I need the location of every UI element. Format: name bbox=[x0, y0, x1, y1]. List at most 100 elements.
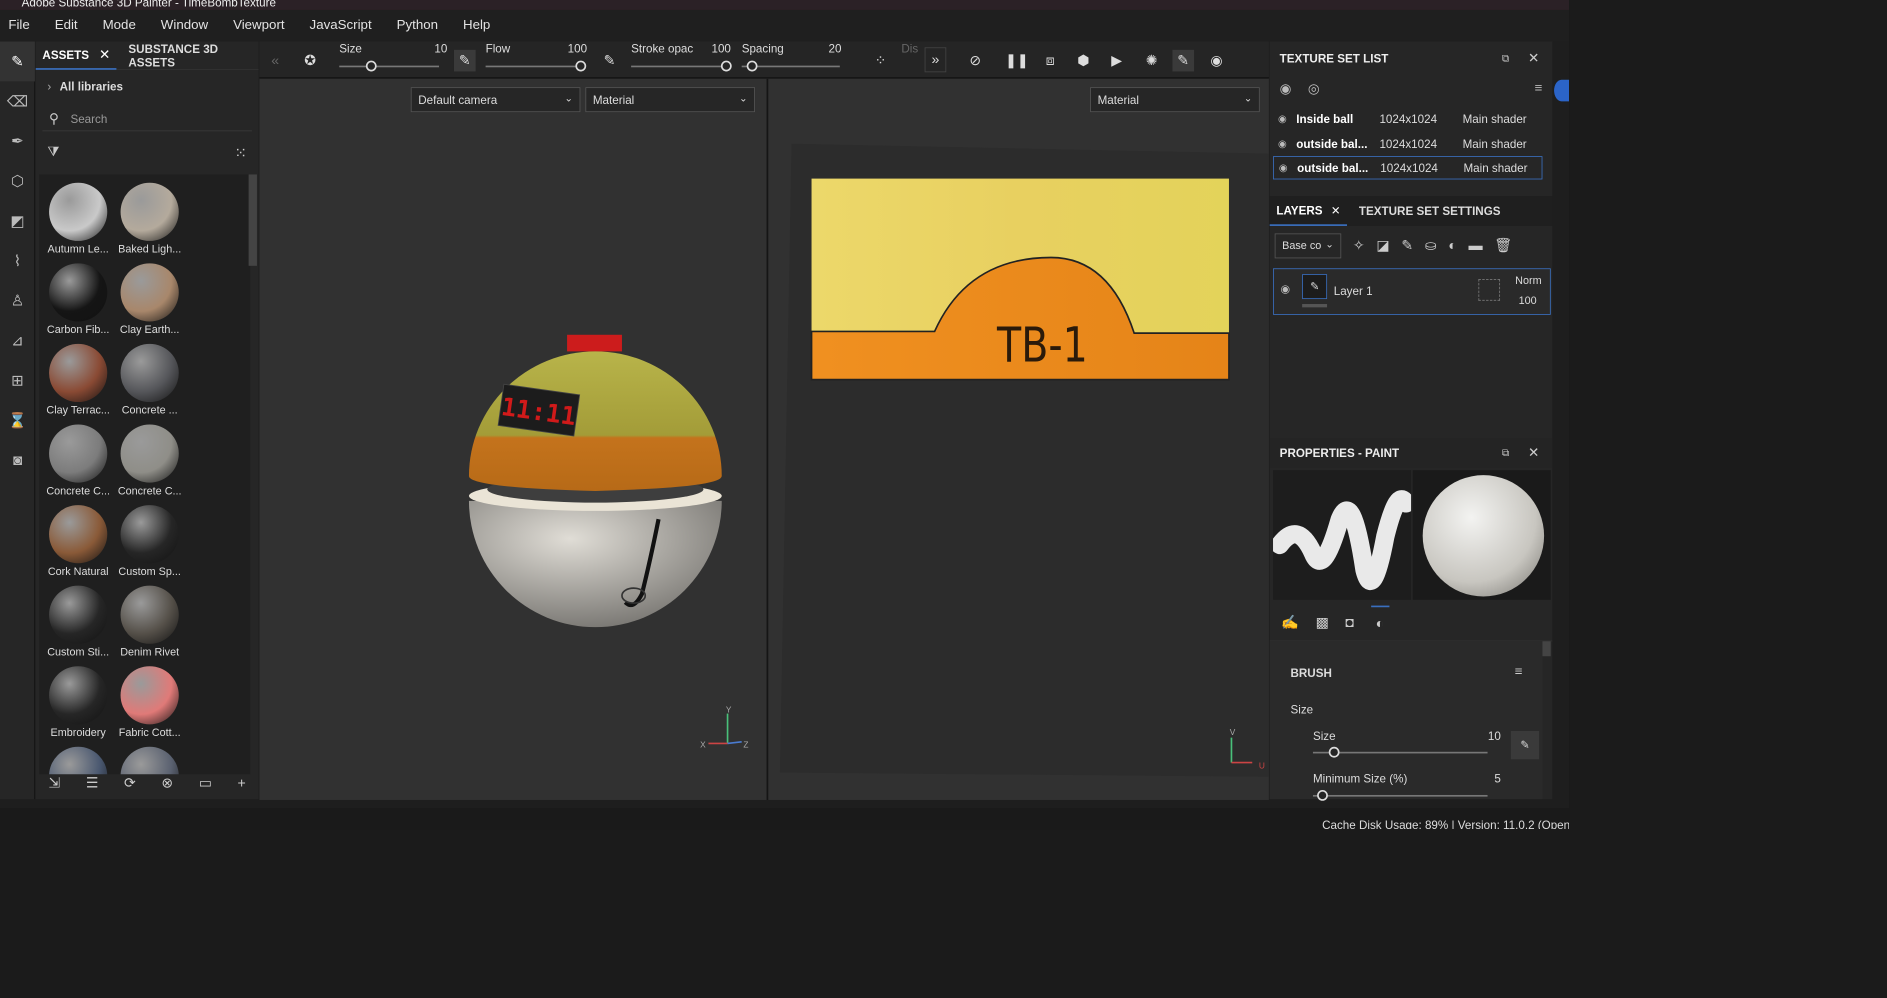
menu-viewport[interactable]: Viewport bbox=[233, 18, 285, 33]
eraser-icon[interactable]: ⌫ bbox=[0, 81, 35, 121]
texture-set-shader[interactable]: Main shader bbox=[1463, 112, 1527, 125]
expand-right-icon[interactable]: » bbox=[924, 47, 947, 73]
asset-thumbnail[interactable]: Clay Earth... bbox=[114, 258, 186, 338]
menu-edit[interactable]: Edit bbox=[55, 18, 78, 33]
polygon-fill-icon[interactable]: ◩ bbox=[0, 201, 35, 241]
add-icon[interactable]: + bbox=[238, 775, 246, 792]
texture-set-row[interactable]: ◉ outside bal... 1024x1024 Main shader bbox=[1273, 132, 1542, 155]
popout-icon[interactable]: ⧉ bbox=[1502, 52, 1509, 64]
brush-preset-icon[interactable]: ✪ bbox=[299, 50, 321, 72]
flow-knob[interactable] bbox=[575, 60, 587, 72]
list-icon[interactable]: ☰ bbox=[86, 775, 99, 792]
screenshot-camera-icon[interactable]: ◉ bbox=[1206, 50, 1228, 72]
size-control[interactable]: Size 10 bbox=[339, 42, 447, 79]
dis-control[interactable]: Dis bbox=[901, 42, 919, 79]
add-mask-icon[interactable]: ◪ bbox=[1376, 238, 1389, 255]
texture-set-shader[interactable]: Main shader bbox=[1463, 161, 1527, 174]
channel-dropdown[interactable]: Base co ⌄ bbox=[1274, 233, 1342, 259]
min-size-value[interactable]: 5 bbox=[1469, 772, 1500, 785]
menu-window[interactable]: Window bbox=[161, 18, 208, 33]
asset-scrollbar[interactable] bbox=[248, 174, 257, 266]
tab-layers[interactable]: LAYERS ✕ bbox=[1269, 196, 1348, 226]
tab-assets[interactable]: ASSETS ✕ bbox=[35, 41, 117, 70]
asset-thumbnail[interactable]: Embroidery bbox=[42, 661, 114, 741]
add-smart-material-icon[interactable]: ◐ bbox=[1448, 238, 1457, 255]
solo-icon[interactable]: ◎ bbox=[1308, 81, 1320, 98]
filter-icon[interactable]: ⧩ bbox=[47, 145, 59, 160]
add-folder-icon[interactable]: ▬ bbox=[1469, 238, 1483, 255]
spacing-control[interactable]: Spacing 20 bbox=[741, 42, 841, 79]
size-knob[interactable] bbox=[365, 60, 377, 72]
viewport-3d[interactable]: Default camera ⌄ Material ⌄ 11:11 Y X Z bbox=[259, 78, 767, 800]
asset-thumbnail[interactable]: Baked Ligh... bbox=[114, 178, 186, 258]
close-icon[interactable]: ✕ bbox=[1528, 444, 1539, 461]
eye-icon[interactable]: ◉ bbox=[1281, 282, 1290, 295]
close-icon[interactable]: ✕ bbox=[1331, 203, 1341, 217]
screenshot-icon[interactable]: ◙ bbox=[0, 440, 35, 480]
asset-thumbnail[interactable]: Concrete C... bbox=[42, 420, 114, 500]
layer-row[interactable]: ◉ ✎ Layer 1 Norm 100 bbox=[1273, 268, 1551, 315]
asset-thumbnail[interactable]: Cork Natural bbox=[42, 500, 114, 580]
grid-view-icon[interactable]: ⁙ bbox=[234, 144, 247, 161]
min-size-slider[interactable] bbox=[1312, 794, 1488, 797]
bake-icon[interactable]: ⊞ bbox=[0, 361, 35, 401]
eye-icon[interactable]: ◉ bbox=[1278, 138, 1287, 150]
size-pressure-icon[interactable]: ✎ bbox=[1510, 731, 1540, 760]
spacing-knob[interactable] bbox=[746, 60, 758, 72]
menu-help[interactable]: Help bbox=[463, 18, 490, 33]
brush-size-knob[interactable] bbox=[1328, 746, 1340, 758]
refresh-icon[interactable]: ⟳ bbox=[124, 775, 136, 792]
pause-icon[interactable]: ❚❚ bbox=[1005, 50, 1029, 72]
all-libraries-item[interactable]: › All libraries bbox=[36, 70, 259, 103]
eye-icon[interactable]: ◉ bbox=[1279, 162, 1288, 174]
add-paint-layer-icon[interactable]: ✎ bbox=[1401, 238, 1413, 255]
tab-substance-assets[interactable]: SUBSTANCE 3D ASSETS bbox=[122, 41, 259, 69]
flow-control[interactable]: Flow 100 bbox=[485, 42, 587, 79]
asset-thumbnail[interactable]: Concrete C... bbox=[114, 420, 186, 500]
menu-icon[interactable]: ≡ bbox=[1515, 665, 1523, 680]
alpha-tab-icon[interactable]: ▩ bbox=[1316, 614, 1329, 631]
asset-thumbnail[interactable]: Autumn Le... bbox=[42, 178, 114, 258]
hourglass-icon[interactable]: ⌛ bbox=[0, 400, 35, 440]
texture-set-shader[interactable]: Main shader bbox=[1463, 137, 1527, 150]
folder-icon[interactable]: ▭ bbox=[199, 775, 212, 792]
projection-icon[interactable]: ✒ bbox=[0, 121, 35, 161]
clone-icon[interactable]: ♙ bbox=[0, 281, 35, 321]
geometry-fill-icon[interactable]: ⬡ bbox=[0, 161, 35, 201]
menu-python[interactable]: Python bbox=[397, 18, 438, 33]
clear-filter-icon[interactable]: ⊗ bbox=[161, 775, 173, 792]
dock-tab[interactable] bbox=[1554, 79, 1570, 102]
stencil-tab-icon[interactable]: ◘ bbox=[1346, 614, 1355, 631]
asset-thumbnail[interactable]: Custom Sti... bbox=[42, 581, 114, 661]
eye-icon[interactable]: ◉ bbox=[1278, 113, 1287, 125]
import-icon[interactable]: ⇲ bbox=[48, 775, 60, 792]
menu-file[interactable]: File bbox=[8, 18, 29, 33]
blend-mode[interactable]: Norm bbox=[1515, 274, 1541, 286]
add-effect-icon[interactable]: ✧ bbox=[1353, 238, 1365, 255]
close-icon[interactable]: ✕ bbox=[99, 46, 110, 63]
layer-name[interactable]: Layer 1 bbox=[1334, 284, 1373, 297]
close-icon[interactable]: ✕ bbox=[1528, 50, 1539, 67]
add-fill-layer-icon[interactable]: ⛀ bbox=[1425, 238, 1437, 255]
pen-pressure-icon[interactable]: ✎ bbox=[453, 49, 476, 72]
stroke-opacity-control[interactable]: Stroke opac 100 bbox=[631, 42, 732, 79]
visibility-toggle-icon[interactable]: ◉ bbox=[1280, 81, 1292, 98]
paint-brush-icon[interactable]: ✎ bbox=[0, 41, 35, 82]
hide-icon[interactable]: ⊘ bbox=[965, 50, 987, 72]
asset-thumbnail[interactable]: Denim Rivet bbox=[114, 581, 186, 661]
properties-scrollbar[interactable] bbox=[1542, 641, 1551, 657]
flow-slider[interactable] bbox=[485, 65, 584, 68]
asset-thumbnail[interactable]: Carbon Fib... bbox=[42, 258, 114, 338]
search-input[interactable]: ⚲ Search bbox=[42, 106, 252, 132]
display-mode-icon[interactable]: ⬢ bbox=[1073, 50, 1095, 72]
asset-thumbnail[interactable]: Concrete ... bbox=[114, 339, 186, 419]
collapse-left-icon[interactable]: « bbox=[264, 50, 286, 72]
stroke-opacity-slider[interactable] bbox=[631, 65, 730, 68]
texture-set-row[interactable]: ◉ Inside ball 1024x1024 Main shader bbox=[1273, 107, 1542, 130]
size-slider[interactable] bbox=[339, 65, 440, 68]
asset-thumbnail[interactable]: Custom Sp... bbox=[114, 500, 186, 580]
delete-layer-icon[interactable]: 🗑 bbox=[1494, 238, 1512, 255]
menu-mode[interactable]: Mode bbox=[103, 18, 136, 33]
camera-icon[interactable]: ▶ bbox=[1106, 50, 1128, 72]
asset-thumbnail[interactable]: Fabric Cott... bbox=[114, 661, 186, 741]
